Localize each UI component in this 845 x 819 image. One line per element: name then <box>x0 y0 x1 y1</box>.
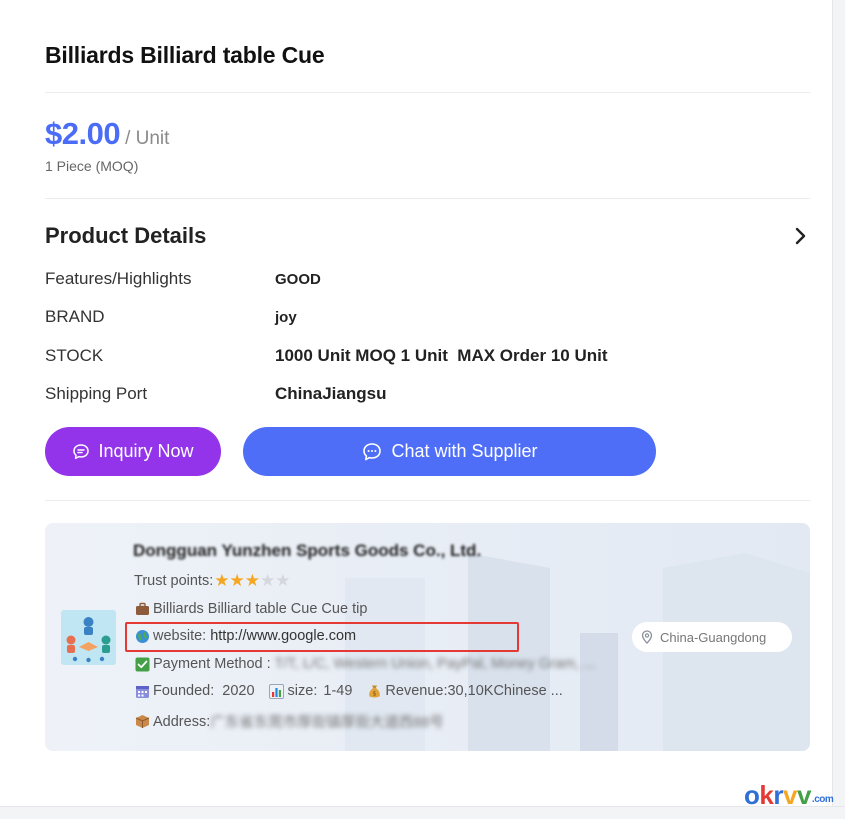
star-icon: ★ <box>214 571 230 590</box>
highlight-box <box>125 622 519 652</box>
address-value: 广东省东莞市厚街镇厚街大道西88号 <box>210 715 444 731</box>
right-rail <box>832 0 845 819</box>
money-bag-icon: $ <box>366 683 382 699</box>
founded-label: Founded: <box>153 683 215 699</box>
revenue-value: 30,10KChinese ... <box>447 683 563 699</box>
chat-with-supplier-label: Chat with Supplier <box>391 441 538 461</box>
location-pin-icon <box>641 630 653 644</box>
logo-domain: .com <box>811 794 834 805</box>
divider <box>45 500 810 501</box>
location-text: China-Guangdong <box>660 629 767 645</box>
price-unit: / Unit <box>125 128 170 149</box>
detail-row-features: Features/Highlights GOOD <box>45 267 810 291</box>
trust-stars: ★ ★ ★ ★ ★ <box>214 572 290 589</box>
chevron-right-icon[interactable] <box>790 225 812 247</box>
detail-value: 1000 Unit MOQ 1 Unit MAX Order 10 Unit <box>275 346 608 365</box>
size-label: size: <box>287 683 318 699</box>
logo-letter: v <box>782 780 797 810</box>
logo-letter: o <box>744 780 760 810</box>
supplier-name[interactable]: Dongguan Yunzhen Sports Goods Co., Ltd. <box>133 541 481 561</box>
product-title: Billiards Billiard table Cue <box>45 42 325 68</box>
detail-value: joy <box>275 308 297 326</box>
inquiry-now-button[interactable]: Inquiry Now <box>45 427 221 476</box>
package-icon <box>134 714 150 730</box>
payment-value: T/T, L/C, Western Union, PayPal, Money G… <box>274 656 596 672</box>
product-details-title: Product Details <box>45 223 207 248</box>
star-icon: ★ <box>229 571 245 590</box>
revenue-label: Revenue: <box>385 683 448 699</box>
supplier-products-text: Billiards Billiard table Cue Cue tip <box>153 601 368 617</box>
calendar-icon <box>134 683 150 699</box>
divider <box>45 92 810 93</box>
detail-label: BRAND <box>45 307 105 326</box>
trust-points-label: Trust points: <box>134 572 214 589</box>
briefcase-icon <box>134 601 150 617</box>
checkmark-icon <box>134 656 150 672</box>
supplier-logo[interactable] <box>61 610 116 665</box>
payment-label: Payment Method : <box>153 656 271 672</box>
star-icon: ★ <box>275 571 291 590</box>
detail-label: Features/Highlights <box>45 269 192 288</box>
detail-label: STOCK <box>45 346 104 365</box>
payment-method: Payment Method : T/T, L/C, Western Union… <box>134 656 595 672</box>
chat-bubble-icon <box>73 443 90 459</box>
logo-letter: r <box>773 780 783 810</box>
divider <box>45 198 810 199</box>
detail-value: ChinaJiangsu <box>275 384 387 403</box>
bar-chart-icon <box>269 683 285 699</box>
detail-row-shipping-port: Shipping Port ChinaJiangsu <box>45 382 810 406</box>
location-tag: China-Guangdong <box>632 622 792 652</box>
moq: 1 Piece (MOQ) <box>45 158 139 174</box>
star-icon: ★ <box>260 571 276 590</box>
logo-letter: v <box>796 780 811 810</box>
chat-bubble-icon <box>363 442 382 460</box>
inquiry-now-label: Inquiry Now <box>98 441 194 461</box>
detail-value: GOOD <box>275 270 321 288</box>
price-row: $2.00 / Unit <box>45 116 169 152</box>
supplier-address: Address: 广东省东莞市厚街镇厚街大道西88号 <box>134 711 444 732</box>
logo-letter: k <box>759 780 774 810</box>
size-value: 1-49 <box>323 683 353 699</box>
detail-row-brand: BRAND joy <box>45 305 810 329</box>
address-label: Address: <box>153 713 211 730</box>
founded-value: 2020 <box>222 683 255 699</box>
supplier-products: Billiards Billiard table Cue Cue tip <box>134 601 367 617</box>
trust-points: Trust points: ★ ★ ★ ★ ★ <box>134 572 291 589</box>
bottom-strip <box>0 806 845 819</box>
star-icon: ★ <box>244 571 260 590</box>
svg-text:$: $ <box>372 690 376 697</box>
company-stats: Founded: 2020 size: 1-49 $ Revenue: 30,1… <box>134 683 563 699</box>
okrvv-logo: o k r v v .com <box>744 780 834 811</box>
price: $2.00 <box>45 116 121 151</box>
detail-label: Shipping Port <box>45 384 148 403</box>
detail-row-stock: STOCK 1000 Unit MOQ 1 Unit MAX Order 10 … <box>45 344 810 368</box>
chat-with-supplier-button[interactable]: Chat with Supplier <box>243 427 656 476</box>
handshake-icon <box>66 617 111 663</box>
